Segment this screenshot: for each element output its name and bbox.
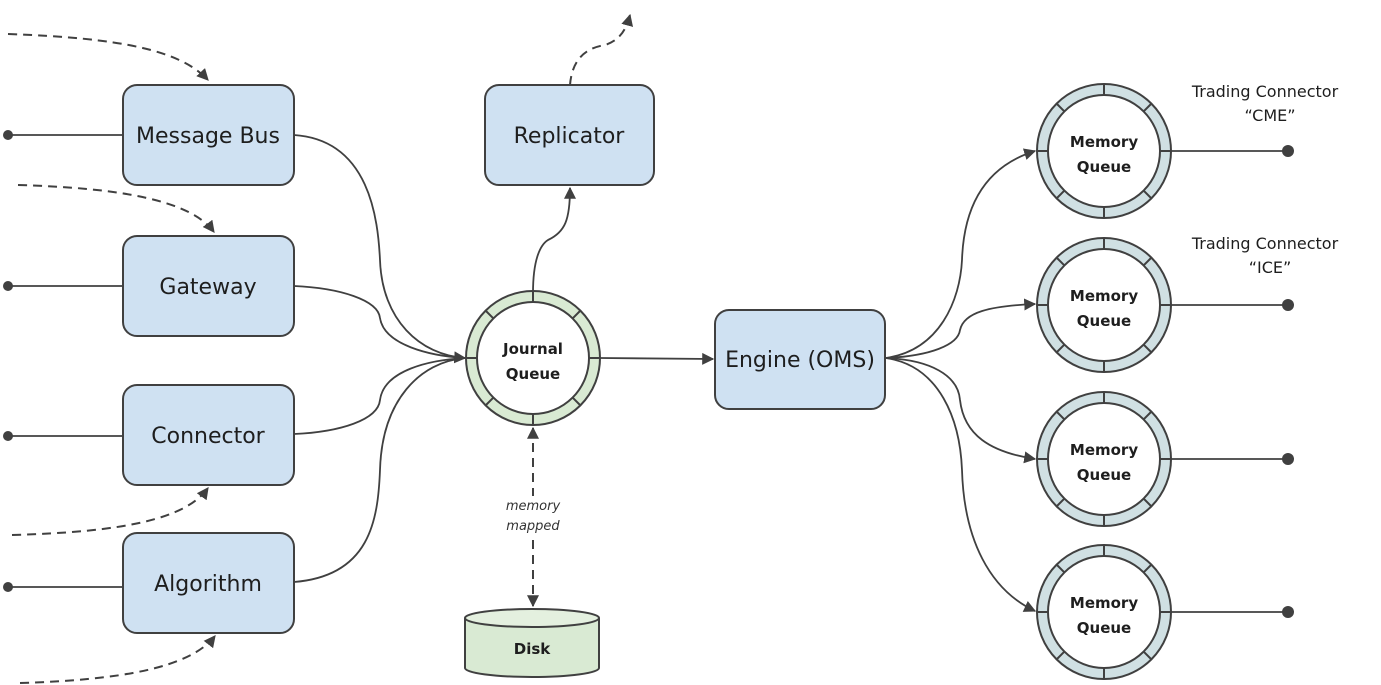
edge-journal-to-replicator (532, 186, 576, 294)
queue-label-line1: Journal (502, 340, 563, 358)
queue-label-line1: Memory (1070, 133, 1138, 151)
edge-gateway-to-journal (293, 285, 466, 359)
edge-connector-to-journal (293, 357, 466, 435)
dashed-edge-into-algorithm (19, 635, 216, 684)
trading-connector-endpoint[interactable] (1282, 606, 1294, 618)
trading-connector-cme-label-line2: “CME” (1244, 106, 1295, 125)
edge-algorithm-to-journal (293, 357, 466, 583)
ring-buffer-inner (1047, 94, 1161, 208)
trading-connector-cme-label-line1: Trading Connector (1191, 82, 1339, 101)
algorithm-node[interactable]: Algorithm (122, 532, 295, 634)
edge-engine-to-memory-queue-3 (885, 357, 1037, 464)
dashed-edge-into-gateway (17, 184, 215, 233)
ring-buffer-inner (1047, 402, 1161, 516)
architecture-diagram: Message Bus Gateway Connector Algorithm … (3, 13, 1339, 684)
ring-buffer-inner (476, 301, 590, 415)
disk-label: Disk (514, 640, 552, 658)
replicator-label: Replicator (514, 124, 626, 149)
edge-journal-to-engine (599, 352, 715, 365)
message-bus-label: Message Bus (136, 124, 280, 149)
queue-label-line2: Queue (1077, 466, 1131, 484)
connector-label: Connector (151, 424, 265, 449)
queue-label-line2: Queue (1077, 158, 1131, 176)
gateway-label: Gateway (159, 275, 256, 300)
queue-label-line2: Queue (1077, 619, 1131, 637)
memory-queue-2[interactable]: Memory Queue (1036, 237, 1172, 373)
ring-buffer-inner (1047, 248, 1161, 362)
queue-label-line1: Memory (1070, 594, 1138, 612)
queue-label-line2: Queue (1077, 312, 1131, 330)
journal-queue-node[interactable]: Journal Queue (465, 290, 601, 426)
memory-queue-3[interactable]: Memory Queue (1036, 391, 1172, 527)
edge-engine-to-memory-queue-4 (885, 357, 1037, 612)
ring-buffer-inner (1047, 555, 1161, 669)
trading-connector-endpoint[interactable] (1282, 299, 1294, 311)
queue-label-line2: Queue (506, 365, 560, 383)
algorithm-label: Algorithm (154, 572, 262, 597)
edge-message-bus-to-journal (293, 134, 467, 364)
replicator-node[interactable]: Replicator (484, 84, 655, 186)
edge-engine-to-memory-queue-2 (885, 298, 1037, 359)
memory-mapped-label-line2: mapped (506, 519, 560, 534)
trading-connector-ice-label-line2: “ICE” (1249, 258, 1292, 277)
endpoint-dot (3, 130, 13, 140)
disk-node[interactable]: Disk (464, 608, 600, 678)
journal-queue-ring[interactable]: Journal Queue (465, 290, 601, 426)
endpoint-dot (3, 431, 13, 441)
dashed-edge-replicator-out (569, 13, 634, 86)
connector-node[interactable]: Connector (122, 384, 295, 486)
trading-connector-ice-label-line1: Trading Connector (1191, 234, 1339, 253)
endpoint-dot (3, 281, 13, 291)
engine-node[interactable]: Engine (OMS) (714, 309, 886, 410)
queue-label-line1: Memory (1070, 441, 1138, 459)
message-bus-node[interactable]: Message Bus (122, 84, 295, 186)
endpoint-dot (3, 582, 13, 592)
memory-mapped-label-line1: memory (506, 499, 561, 514)
trading-connector-endpoint[interactable] (1282, 145, 1294, 157)
queue-label-line1: Memory (1070, 287, 1138, 305)
gateway-node[interactable]: Gateway (122, 235, 295, 337)
engine-label: Engine (OMS) (725, 348, 875, 373)
source-inputs (3, 130, 124, 592)
dashed-edge-into-message-bus (7, 33, 209, 81)
memory-queue-4[interactable]: Memory Queue (1036, 544, 1172, 680)
trading-connector-endpoint[interactable] (1282, 453, 1294, 465)
memory-queue-1[interactable]: Memory Queue (1036, 83, 1172, 219)
dashed-edge-into-connector (11, 487, 209, 536)
memory-queues: Memory Queue Memory Queue Memory Queue Memory Q… (1036, 83, 1294, 680)
